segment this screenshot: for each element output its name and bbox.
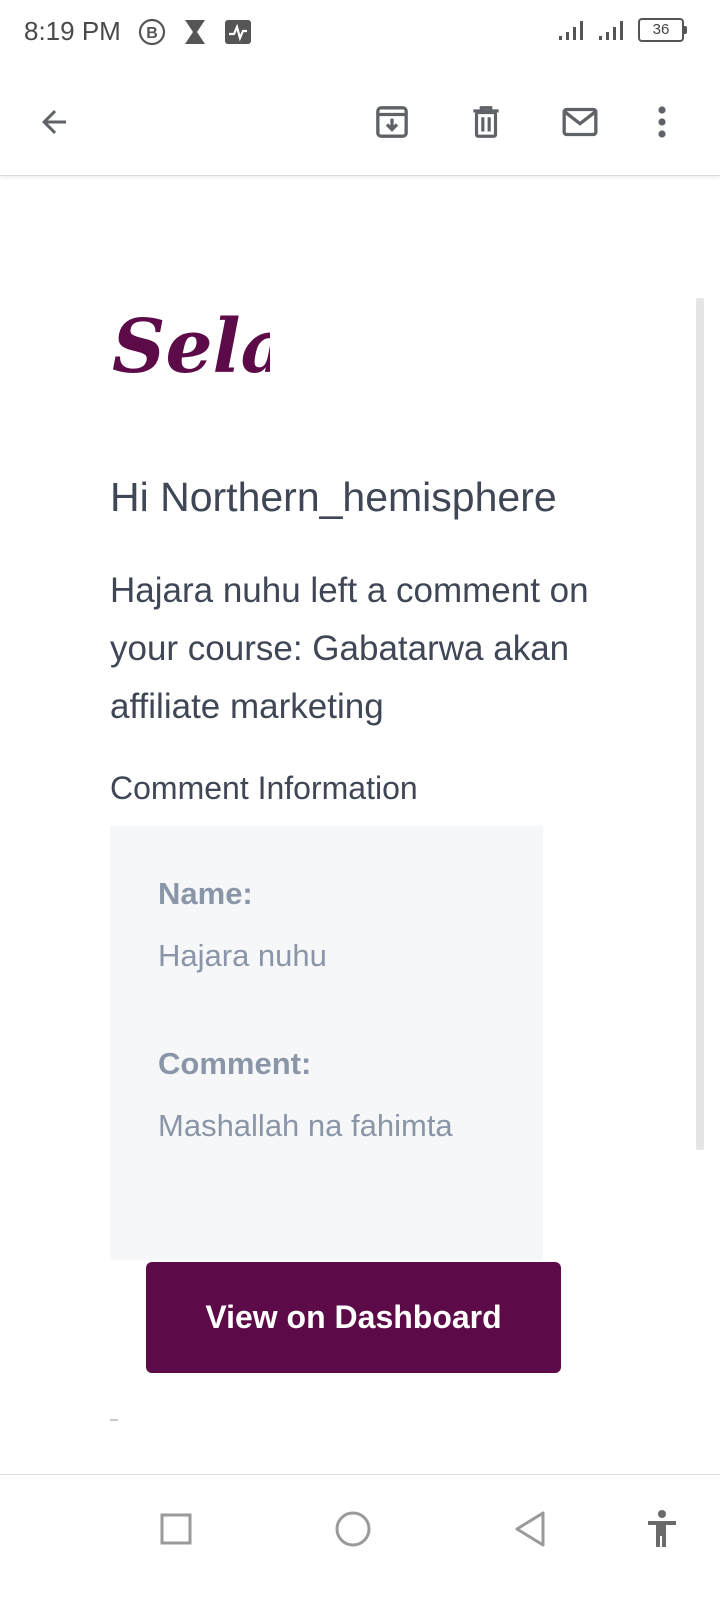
mail-icon [562, 107, 598, 137]
mark-unread-button[interactable] [552, 94, 608, 150]
recents-button[interactable] [148, 1501, 204, 1557]
archive-button[interactable] [364, 94, 420, 150]
delete-icon [473, 106, 499, 138]
back-arrow-icon [42, 110, 66, 134]
comment-value: Mashallah na fahimta [158, 1108, 453, 1143]
section-title: Comment Information [110, 770, 418, 806]
status-time: 8:19 PM [24, 16, 121, 46]
email-toolbar [0, 66, 720, 176]
selar-logo: Selar [112, 304, 270, 386]
delete-button[interactable] [458, 94, 514, 150]
accessibility-icon [648, 1510, 676, 1547]
signal-icon [559, 21, 583, 40]
system-nav-bar [0, 1474, 720, 1600]
divider [110, 1419, 118, 1421]
back-triangle-icon [515, 1511, 545, 1547]
battery-icon: 36 [638, 18, 687, 42]
back-button[interactable] [26, 94, 82, 150]
name-value: Hajara nuhu [158, 938, 327, 973]
home-button[interactable] [325, 1501, 381, 1557]
activity-icon [225, 20, 251, 44]
nav-back-button[interactable] [502, 1501, 558, 1557]
hourglass-icon [185, 20, 205, 44]
accessibility-button[interactable] [634, 1501, 690, 1557]
home-circle-icon [335, 1511, 371, 1547]
recents-square-icon [160, 1513, 192, 1545]
status-icons-left: B [138, 18, 252, 46]
view-dashboard-button[interactable]: View on Dashboard [146, 1262, 561, 1373]
name-label: Name: [158, 876, 253, 911]
comment-info-card: Name: Hajara nuhu Comment: Mashallah na … [110, 826, 543, 1260]
svg-text:B: B [146, 25, 158, 42]
status-bar: 8:19 PM B 36 [0, 0, 720, 66]
status-icons-right: 36 [558, 18, 687, 42]
greeting: Hi Northern_hemisphere [110, 474, 557, 520]
comment-label: Comment: [158, 1046, 312, 1081]
signal-icon [599, 21, 623, 40]
more-options-button[interactable] [634, 94, 690, 150]
b-badge-icon: B [138, 18, 166, 46]
archive-icon [376, 106, 408, 138]
more-vert-icon [658, 106, 666, 138]
message-text: Hajara nuhu left a comment on your cours… [110, 571, 589, 726]
scroll-indicator[interactable] [696, 298, 704, 1150]
logo-text: Selar [112, 304, 270, 386]
